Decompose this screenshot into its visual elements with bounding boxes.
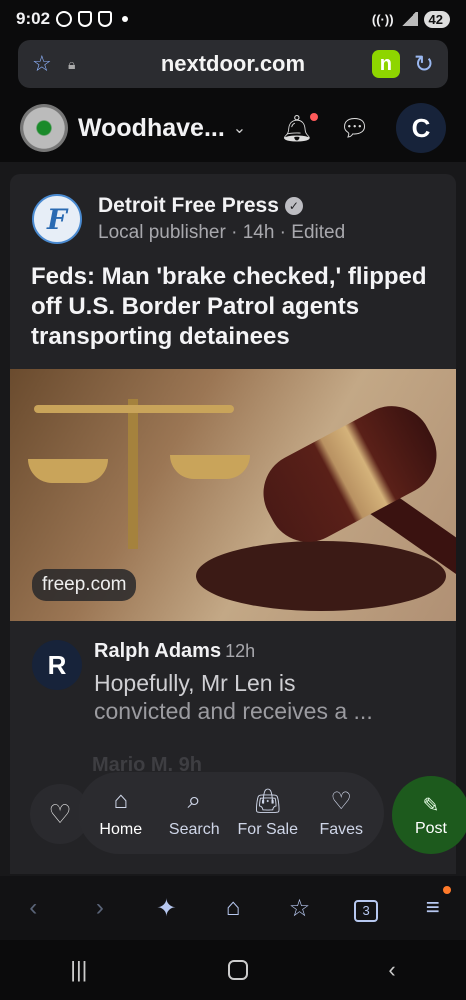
- user-avatar[interactable]: C: [396, 103, 446, 153]
- chevron-down-icon[interactable]: ⌄: [233, 118, 246, 138]
- tabs-icon[interactable]: 3: [346, 894, 386, 922]
- bookmark-star-icon[interactable]: ☆: [32, 51, 62, 77]
- forward-icon[interactable]: ›: [80, 894, 120, 922]
- neighborhood-name[interactable]: Woodhave...: [78, 114, 225, 143]
- post-headline[interactable]: Feds: Man 'brake checked,' flipped off U…: [31, 262, 441, 352]
- nav-search-label: Search: [168, 821, 220, 838]
- wifi-icon: ((·)): [371, 11, 394, 27]
- home-icon: ⌂: [113, 787, 129, 814]
- search-icon: ⌕: [187, 787, 201, 814]
- messages-icon[interactable]: 💬︎: [340, 114, 370, 143]
- post-meta: Local publisher · 14h · Edited: [98, 222, 346, 243]
- edit-icon: ✎: [422, 794, 440, 817]
- neighborhood-avatar[interactable]: [20, 104, 68, 152]
- bag-icon: 👜︎: [252, 788, 283, 815]
- menu-icon[interactable]: ≡: [413, 886, 453, 922]
- lock-icon[interactable]: 🔒︎: [68, 56, 88, 73]
- recents-icon[interactable]: |||: [70, 957, 87, 983]
- signal-icon: [399, 12, 418, 26]
- post-card[interactable]: F Detroit Free Press ✓ Local publisher ·…: [10, 174, 456, 874]
- shield-icon: [78, 11, 93, 27]
- comment-text[interactable]: Hopefully, Mr Len is convicted and recei…: [94, 669, 414, 725]
- status-time: 9:02: [16, 9, 51, 28]
- home-browser-icon[interactable]: ⌂: [213, 894, 253, 922]
- url-bar[interactable]: ☆ 🔒︎ nextdoor.com n ↻: [18, 40, 448, 88]
- system-home-icon[interactable]: [227, 960, 248, 980]
- url-text[interactable]: nextdoor.com: [94, 51, 372, 77]
- back-icon[interactable]: ‹: [13, 894, 53, 922]
- heart-outline-icon: ♡: [48, 798, 72, 829]
- bottom-nav: ⌂ Home ⌕ Search 👜︎ For Sale ♡ Faves: [78, 772, 384, 854]
- comment-text-line-2: convicted and receives a ...: [94, 698, 373, 724]
- post-button[interactable]: ✎ Post: [392, 776, 466, 854]
- notification-badge: [309, 112, 318, 121]
- heart-icon: ♡: [330, 788, 352, 815]
- bookmarks-star-icon[interactable]: ☆: [280, 894, 320, 923]
- gavel-block-shape: [196, 541, 446, 611]
- nav-home[interactable]: ⌂ Home: [85, 787, 157, 839]
- comment-author-row: Ralph Adams 12h: [94, 640, 414, 663]
- nav-faves[interactable]: ♡ Faves: [305, 787, 377, 839]
- tabs-count: 3: [354, 899, 379, 922]
- publisher-name[interactable]: Detroit Free Press: [98, 194, 279, 218]
- nav-for-sale-label: For Sale: [237, 821, 298, 838]
- nav-for-sale[interactable]: 👜︎ For Sale: [232, 787, 304, 839]
- nav-home-label: Home: [99, 821, 143, 838]
- scale-pan-right-shape: [170, 455, 250, 479]
- app-header: Woodhave... ⌄ 🔔︎ 💬︎ C: [0, 96, 466, 160]
- comment-author[interactable]: Ralph Adams: [94, 640, 221, 662]
- threads-icon: [56, 11, 73, 27]
- notifications-bell-icon[interactable]: 🔔︎: [281, 112, 318, 144]
- publisher-row[interactable]: F Detroit Free Press ✓ Local publisher ·…: [32, 194, 345, 244]
- menu-badge: [442, 886, 451, 894]
- image-source-badge[interactable]: freep.com: [32, 569, 137, 601]
- publisher-name-row[interactable]: Detroit Free Press ✓: [98, 194, 345, 218]
- notification-dot-icon: [122, 16, 129, 22]
- status-bar: 9:02 ((·)) 42: [0, 0, 466, 38]
- system-nav-bar: ||| ‹: [0, 940, 466, 1000]
- comment[interactable]: R Ralph Adams 12h Hopefully, Mr Len is co…: [32, 640, 414, 725]
- system-back-icon[interactable]: ‹: [388, 957, 395, 983]
- battery-indicator: 42: [423, 10, 450, 28]
- shield-icon-2: [98, 11, 113, 27]
- scale-beam-shape: [34, 405, 234, 413]
- scale-pan-left-shape: [28, 459, 108, 483]
- scale-post-shape: [128, 399, 138, 549]
- post-button-label: Post: [414, 819, 447, 837]
- verified-icon: ✓: [284, 197, 303, 215]
- comment-avatar[interactable]: R: [32, 640, 82, 690]
- sparkle-icon[interactable]: ✦: [146, 894, 186, 923]
- nextdoor-app-icon[interactable]: n: [371, 50, 400, 78]
- comment-text-line-1: Hopefully, Mr Len is: [94, 670, 296, 696]
- nav-faves-label: Faves: [319, 821, 364, 838]
- nav-search[interactable]: ⌕ Search: [158, 787, 230, 839]
- comment-time: 12h: [225, 641, 256, 661]
- browser-toolbar: ‹ › ✦ ⌂ ☆ 3 ≡: [0, 876, 466, 940]
- article-image[interactable]: freep.com: [10, 369, 456, 621]
- reload-icon[interactable]: ↻: [414, 50, 434, 79]
- publisher-logo[interactable]: F: [32, 194, 82, 244]
